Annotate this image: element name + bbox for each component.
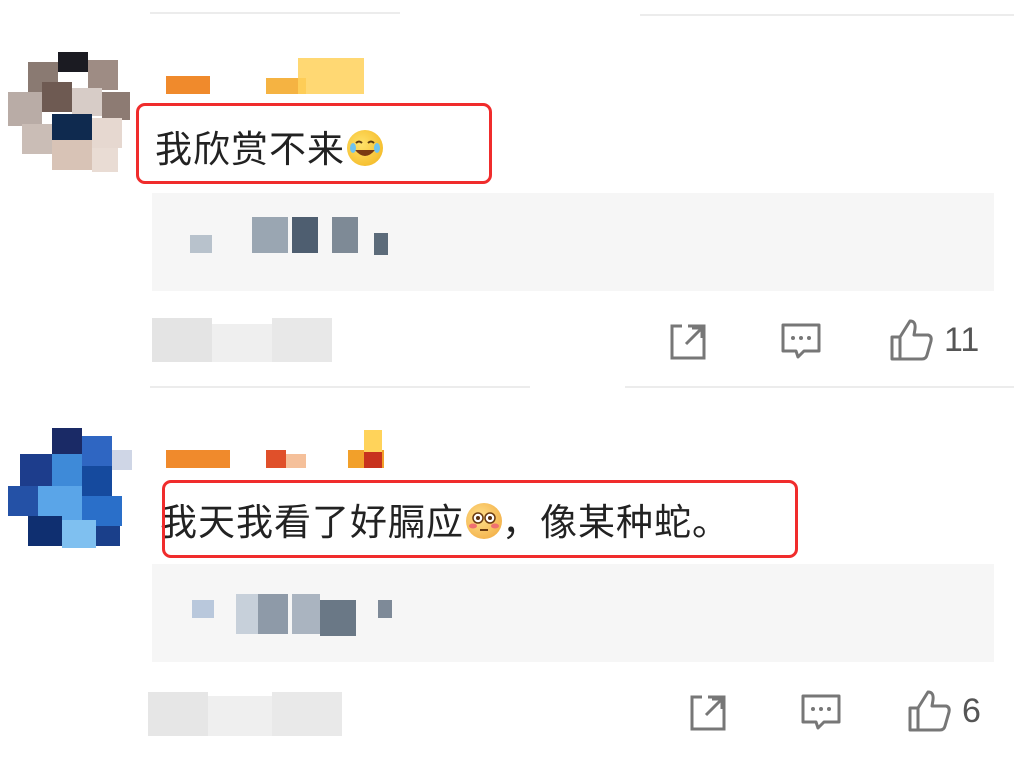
avatar[interactable] [8, 52, 132, 176]
username[interactable] [166, 58, 376, 94]
like-button[interactable]: 11 [888, 317, 979, 363]
highlight-box [162, 480, 798, 558]
like-button[interactable]: 6 [906, 688, 981, 734]
thumbs-up-icon [890, 319, 933, 361]
share-button[interactable] [688, 693, 728, 733]
comment-icon [781, 323, 821, 359]
timestamp [148, 692, 348, 736]
reply-button[interactable] [800, 691, 842, 733]
share-icon [670, 324, 706, 360]
highlight-box [136, 103, 492, 184]
timestamp [152, 318, 352, 362]
divider [640, 14, 1014, 16]
divider [625, 386, 1014, 388]
divider [150, 386, 530, 388]
like-count: 11 [944, 320, 980, 359]
avatar[interactable] [8, 428, 132, 552]
reply-preview[interactable] [152, 193, 994, 291]
reply-preview[interactable] [152, 564, 994, 662]
comment-icon [801, 694, 841, 730]
thumbs-up-icon [908, 690, 951, 732]
username[interactable] [166, 430, 396, 468]
divider [150, 12, 400, 14]
like-count: 6 [962, 691, 981, 730]
reply-button[interactable] [780, 320, 822, 362]
share-button[interactable] [668, 322, 708, 362]
share-icon [690, 695, 726, 731]
